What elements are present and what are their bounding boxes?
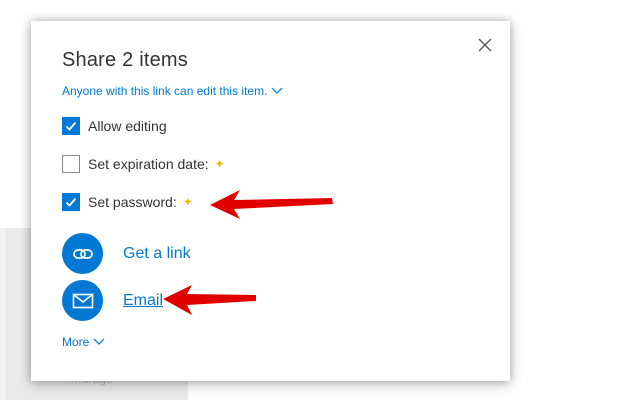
link-scope-label: Anyone with this link can edit this item… bbox=[62, 84, 268, 98]
checkmark-icon bbox=[65, 121, 77, 131]
set-password-label: Set password: bbox=[88, 194, 177, 210]
set-expiration-option[interactable]: Set expiration date: ✦ bbox=[62, 155, 225, 173]
set-expiration-checkbox[interactable] bbox=[62, 155, 80, 173]
premium-star-icon: ✦ bbox=[214, 157, 225, 171]
set-password-checkbox[interactable] bbox=[62, 193, 80, 211]
checkmark-icon bbox=[65, 197, 77, 207]
chevron-down-icon bbox=[271, 84, 283, 98]
close-icon bbox=[478, 38, 492, 52]
annotation-arrow-icon bbox=[210, 190, 333, 219]
allow-editing-checkbox[interactable] bbox=[62, 117, 80, 135]
more-options-link[interactable]: More bbox=[62, 335, 105, 349]
set-expiration-label: Set expiration date: bbox=[88, 156, 209, 172]
allow-editing-label: Allow editing bbox=[88, 118, 167, 134]
link-icon bbox=[62, 233, 103, 274]
mail-icon bbox=[62, 280, 103, 321]
email-label: Email bbox=[123, 291, 164, 309]
email-action[interactable]: Email bbox=[62, 280, 163, 321]
premium-star-icon: ✦ bbox=[182, 195, 193, 209]
get-link-action[interactable]: Get a link bbox=[62, 233, 191, 274]
close-button[interactable] bbox=[476, 36, 494, 54]
set-password-option[interactable]: Set password: ✦ bbox=[62, 193, 193, 211]
annotation-arrow-icon bbox=[163, 285, 256, 315]
dialog-title: Share 2 items bbox=[62, 49, 188, 71]
more-label: More bbox=[62, 335, 90, 349]
allow-editing-option[interactable]: Allow editing bbox=[62, 117, 167, 135]
chevron-down-icon bbox=[93, 335, 105, 349]
link-scope-dropdown[interactable]: Anyone with this link can edit this item… bbox=[62, 84, 283, 98]
get-link-label: Get a link bbox=[123, 244, 191, 262]
